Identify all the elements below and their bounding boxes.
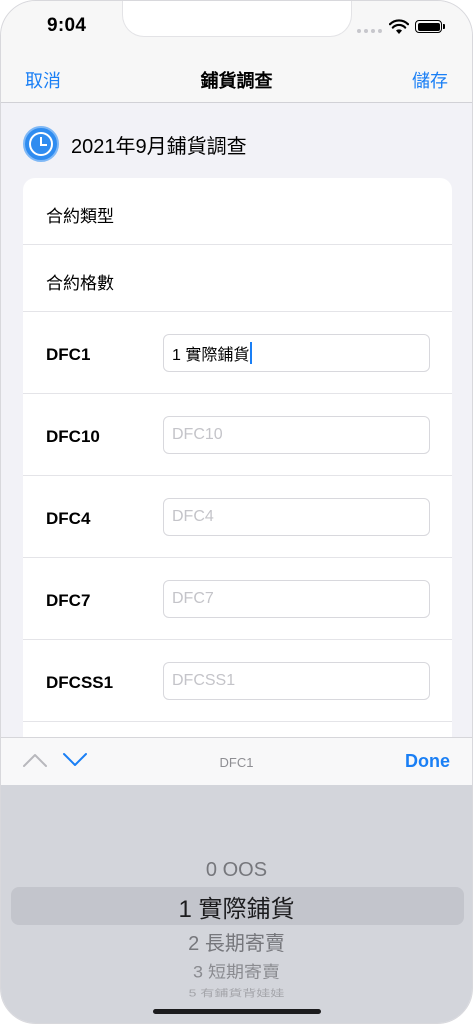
form-row-dfc4: DFC4 DFC4	[23, 476, 452, 558]
input-accessory-toolbar: DFC1 Done	[1, 737, 472, 785]
clock-icon	[23, 126, 59, 162]
dfc4-label: DFC4	[46, 509, 91, 528]
survey-form: 合約類型 合約格數 DFC1 1 實際鋪貨 DFC10 DFC10 DFC4 D…	[23, 178, 452, 758]
dfc4-field[interactable]: DFC4	[163, 498, 430, 536]
dfc1-field[interactable]: 1 實際鋪貨	[163, 334, 430, 372]
navigation-bar: 取消 鋪貨調查 儲存	[1, 53, 472, 103]
option-picker[interactable]: 0 OOS 1 實際鋪貨 2 長期寄賣 3 短期寄賣 5 有鋪貨背娃娃	[1, 785, 472, 1023]
dfc10-label: DFC10	[46, 427, 100, 446]
picker-option-selected[interactable]: 1 實際鋪貨	[1, 889, 472, 924]
toolbar-field-name: DFC1	[219, 755, 254, 770]
picker-option[interactable]: 3 短期寄賣	[1, 959, 472, 983]
form-row-contract-type[interactable]: 合約類型	[23, 178, 452, 245]
form-row-dfcss1: DFCSS1 DFCSS1	[23, 640, 452, 722]
form-row-dfc1: DFC1 1 實際鋪貨	[23, 312, 452, 394]
survey-title: 2021年9月鋪貨調查	[71, 135, 247, 158]
cellular-signal-icon	[357, 29, 382, 33]
picker-option[interactable]: 5 有鋪貨背娃娃	[1, 986, 472, 1000]
contract-slots-label: 合約格數	[46, 274, 114, 293]
status-bar: 9:04	[1, 1, 472, 53]
dfc10-placeholder: DFC10	[172, 426, 223, 443]
home-indicator[interactable]	[153, 1009, 321, 1014]
done-button[interactable]: Done	[405, 751, 450, 772]
wifi-icon	[389, 19, 409, 34]
picker-option[interactable]: 0 OOS	[1, 859, 472, 882]
status-time: 9:04	[47, 15, 87, 36]
dfc7-field[interactable]: DFC7	[163, 580, 430, 618]
picker-option[interactable]: 2 長期寄賣	[1, 927, 472, 956]
dfc1-label: DFC1	[46, 345, 91, 364]
form-row-dfc7: DFC7 DFC7	[23, 558, 452, 640]
dfcss1-field[interactable]: DFCSS1	[163, 662, 430, 700]
dfcss1-placeholder: DFCSS1	[172, 672, 236, 689]
dfc7-placeholder: DFC7	[172, 590, 214, 607]
form-row-contract-slots[interactable]: 合約格數	[23, 245, 452, 312]
dfc7-label: DFC7	[46, 591, 91, 610]
notch	[122, 1, 352, 37]
text-caret	[250, 342, 253, 364]
dfc4-placeholder: DFC4	[172, 508, 214, 525]
save-button[interactable]: 儲存	[412, 67, 448, 93]
phone-screen: 9:04 取消 鋪貨調查 儲存 2021年9月鋪貨調查 合約類型 合約格數 DF…	[0, 0, 473, 1024]
contract-type-label: 合約類型	[46, 207, 114, 226]
survey-header: 2021年9月鋪貨調查	[23, 125, 247, 163]
form-row-dfc10: DFC10 DFC10	[23, 394, 452, 476]
dfc10-field[interactable]: DFC10	[163, 416, 430, 454]
dfc1-value: 1 實際鋪貨	[172, 347, 250, 364]
dfcss1-label: DFCSS1	[46, 673, 114, 692]
page-title: 鋪貨調查	[200, 71, 273, 91]
battery-icon	[415, 20, 445, 33]
